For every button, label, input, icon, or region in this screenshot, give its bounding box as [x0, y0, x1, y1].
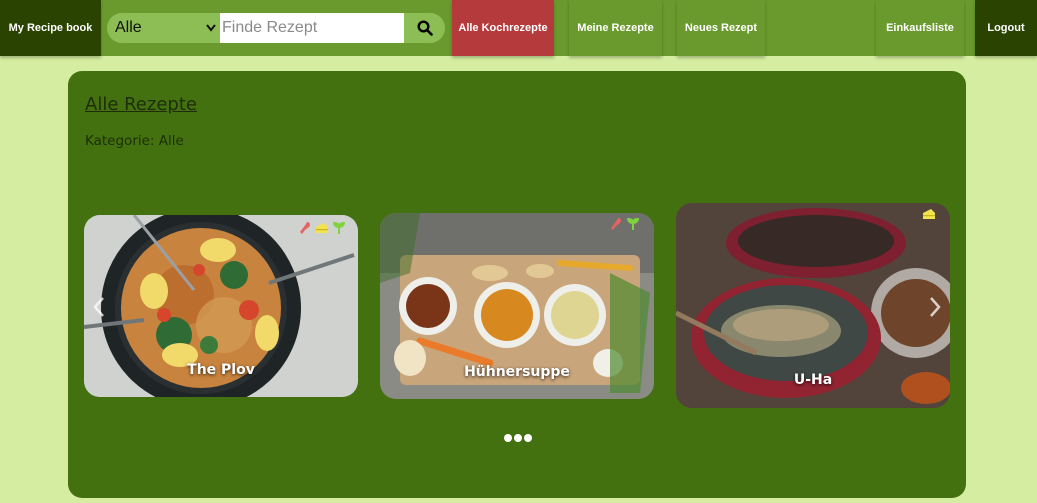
search-input[interactable]: Finde Rezept [220, 13, 404, 43]
brand-button[interactable]: My Recipe book [0, 0, 101, 56]
carousel-dot[interactable] [514, 434, 522, 442]
chevron-right-icon[interactable] [928, 296, 942, 318]
cheese-icon [316, 223, 328, 233]
search-icon [416, 20, 433, 36]
carousel-dot[interactable] [504, 434, 512, 442]
navbar: My Recipe book Alle Finde Rezept Alle Ko… [0, 0, 1037, 56]
chevron-left-icon[interactable] [92, 296, 106, 318]
recipe-title: Hühnersuppe [464, 364, 570, 380]
recipe-tags [922, 207, 936, 221]
search-placeholder: Finde Rezept [222, 19, 318, 36]
recipe-tags [298, 221, 346, 235]
recipe-card[interactable]: Hühnersuppe [380, 213, 654, 399]
my-recipes-button[interactable]: Meine Rezepte [569, 0, 662, 56]
all-recipes-button[interactable]: Alle Kochrezepte [452, 0, 554, 56]
category-select[interactable]: Alle [107, 13, 220, 43]
recipe-card[interactable]: The Plov [84, 215, 358, 397]
recipe-title: U-Ha [793, 372, 833, 388]
search-button[interactable] [404, 13, 445, 43]
category-select-value: Alle [115, 19, 142, 36]
shopping-list-button[interactable]: Einkaufsliste [876, 0, 964, 56]
vegetable-icon [626, 217, 640, 230]
logout-button[interactable]: Logout [975, 0, 1037, 56]
carousel-indicators [504, 434, 532, 442]
meat-icon [300, 222, 311, 234]
search-bar: Alle Finde Rezept [107, 13, 445, 43]
chevron-down-icon [206, 24, 216, 32]
vegetable-icon [332, 221, 346, 234]
page-title[interactable]: Alle Rezepte [85, 94, 197, 115]
carousel-dot[interactable] [524, 434, 532, 442]
recipe-card[interactable]: U-Ha [676, 203, 950, 408]
category-label: Kategorie: Alle [85, 133, 184, 149]
recipe-tags [609, 217, 640, 231]
meat-icon [611, 218, 622, 230]
new-recipe-button[interactable]: Neues Rezept [677, 0, 765, 56]
cheese-icon [923, 209, 935, 219]
recipe-title: The Plov [187, 362, 255, 378]
recipes-panel: Alle Rezepte Kategorie: Alle The Plov Hü… [68, 71, 966, 498]
